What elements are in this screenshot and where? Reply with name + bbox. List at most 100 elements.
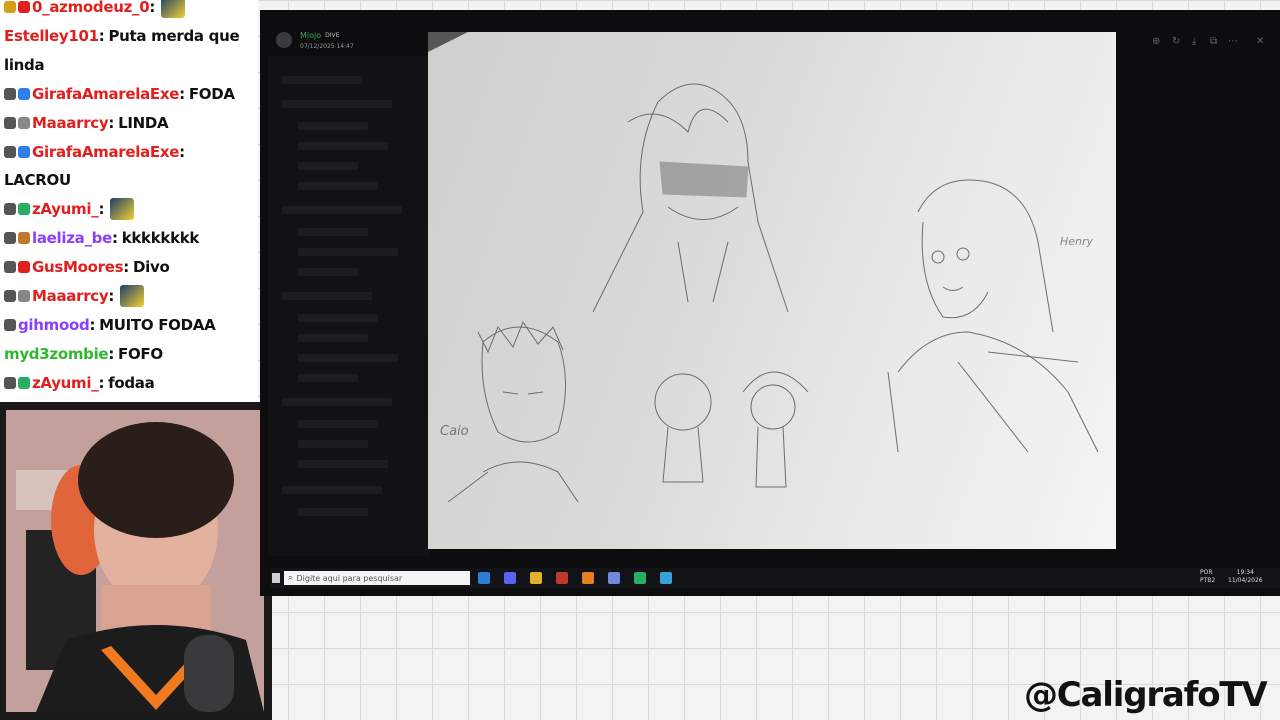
user-badge-icon — [4, 261, 16, 274]
chat-colon: : — [179, 142, 185, 161]
discord-sidebar-dimmed — [268, 56, 430, 556]
chat-username[interactable]: Estelley101 — [4, 27, 99, 45]
chat-message: zAyumi_: fodaa — [4, 370, 256, 396]
chat-username[interactable]: 0_azmodeuz_0 — [32, 0, 150, 16]
user-badge-icon — [18, 290, 30, 302]
chat-colon: : — [111, 229, 118, 248]
more-icon[interactable]: ⋯ — [1228, 36, 1238, 47]
search-placeholder: Digite aqui para pesquisar — [296, 573, 403, 583]
chat-colon: : — [149, 0, 156, 16]
channel-row — [298, 142, 388, 150]
user-badge-icon — [4, 145, 16, 158]
chat-message: gihmood: MUITO FODAA — [4, 312, 256, 338]
user-badge-icon — [18, 203, 30, 216]
chat-text: fodaa — [108, 373, 155, 392]
app-icon[interactable] — [478, 572, 490, 584]
channel-row — [298, 460, 388, 468]
channel-row — [282, 398, 392, 406]
chat-username[interactable]: Maaarrcy — [32, 114, 109, 132]
chat-message: GirafaAmarelaExe: — [4, 139, 256, 165]
user-badge-icon — [4, 318, 16, 331]
app-icon[interactable] — [608, 572, 620, 584]
image-viewer-header: Miojo DIVE 07/12/2025 14:47 — [270, 28, 410, 58]
webcam-frame — [0, 402, 272, 720]
language-indicator[interactable]: POR PTB2 — [1200, 569, 1215, 585]
rotate-icon[interactable]: ↻ — [1172, 36, 1180, 47]
app-icon[interactable] — [530, 572, 542, 584]
app-icon[interactable] — [504, 572, 516, 584]
chat-message: LACROU — [4, 167, 256, 193]
avatar[interactable] — [276, 32, 292, 48]
chat-message: myd3zombie: FOFO — [4, 341, 256, 367]
user-badge-icon — [18, 145, 30, 158]
user-badge-icon — [18, 376, 30, 389]
user-badge-icon — [4, 203, 16, 216]
clock[interactable]: 19:34 11/04/2026 — [1228, 569, 1263, 585]
chat-text: FOFO — [118, 344, 163, 363]
chat-message: Maaarrcy: LINDA — [4, 110, 256, 136]
chat-message: linda — [4, 52, 256, 78]
chat-username[interactable]: myd3zombie — [4, 345, 109, 363]
chat-text: linda — [4, 55, 45, 74]
chat-message: 0_azmodeuz_0: — [4, 0, 256, 20]
chat-text: MUITO FODAA — [99, 315, 216, 334]
app-icon[interactable] — [634, 572, 646, 584]
app-icon[interactable] — [582, 572, 594, 584]
search-input[interactable]: ⌕ Digite aqui para pesquisar — [284, 571, 470, 585]
chat-username[interactable]: Maaarrcy — [32, 287, 109, 305]
sketch-drawing: Caio Henry — [428, 32, 1099, 503]
streamer-silhouette — [6, 410, 264, 712]
chat-message: laeliza_be: kkkkkkkk — [4, 225, 256, 251]
channel-row — [298, 228, 368, 236]
channel-row — [298, 248, 398, 256]
taskbar: ⌕ Digite aqui para pesquisar POR PTB2 19:… — [270, 568, 1280, 588]
channel-row — [282, 292, 372, 300]
chat-text: FODA — [188, 84, 235, 103]
sketch-label-right: Henry — [1060, 235, 1094, 248]
user-badge-icon — [4, 1, 16, 13]
chat-colon: : — [108, 113, 115, 132]
sketch-label-left: Caio — [440, 424, 469, 439]
channel-row — [298, 162, 358, 170]
chat-overlay: 0_azmodeuz_0: Estelley101: Puta merda que l… — [0, 0, 258, 402]
user-badge-icon — [18, 116, 30, 129]
chat-text: Divo — [132, 258, 170, 277]
channel-row — [298, 334, 368, 342]
chat-message: Maaarrcy: — [4, 283, 256, 309]
close-icon[interactable]: ✕ — [1256, 36, 1264, 47]
chat-message: GirafaAmarelaExe: FODA — [4, 81, 256, 107]
emote-icon — [110, 198, 135, 221]
chat-colon: : — [108, 344, 115, 363]
chat-username[interactable]: GirafaAmarelaExe — [32, 85, 179, 103]
user-badge-icon — [4, 376, 16, 389]
chat-message: zAyumi_: — [4, 196, 256, 222]
user-badge-icon — [4, 232, 16, 245]
chat-username[interactable]: GirafaAmarelaExe — [32, 143, 179, 161]
chat-username[interactable]: zAyumi_ — [32, 200, 99, 218]
chat-username[interactable]: laeliza_be — [32, 229, 112, 247]
app-icon[interactable] — [660, 572, 672, 584]
chat-colon: : — [98, 200, 105, 219]
channel-row — [298, 508, 368, 516]
user-badge-icon — [18, 1, 30, 13]
chat-username[interactable]: zAyumi_ — [32, 374, 99, 392]
chat-username[interactable]: GusMoores — [32, 258, 124, 276]
chat-text: LINDA — [118, 113, 169, 132]
app-icon[interactable] — [556, 572, 568, 584]
chat-message: Estelley101: Puta merda que — [4, 23, 256, 49]
windows-icon[interactable] — [272, 573, 280, 583]
chat-text: Puta merda que — [108, 26, 240, 45]
zoom-in-icon[interactable]: ⊕ — [1152, 36, 1160, 47]
timestamp: 07/12/2025 14:47 — [300, 43, 354, 50]
chat-colon: : — [179, 84, 185, 103]
chat-colon: : — [89, 315, 96, 334]
chat-username[interactable]: gihmood — [18, 316, 90, 334]
chat-colon: : — [98, 26, 105, 45]
channel-row — [282, 206, 402, 214]
user-badge-icon — [4, 290, 16, 302]
user-badge-icon — [18, 232, 30, 245]
user-badge-icon — [4, 87, 16, 100]
username[interactable]: Miojo — [300, 31, 321, 40]
download-icon[interactable]: ⤓ — [1192, 36, 1196, 47]
open-external-icon[interactable]: ⧉ — [1210, 36, 1217, 47]
